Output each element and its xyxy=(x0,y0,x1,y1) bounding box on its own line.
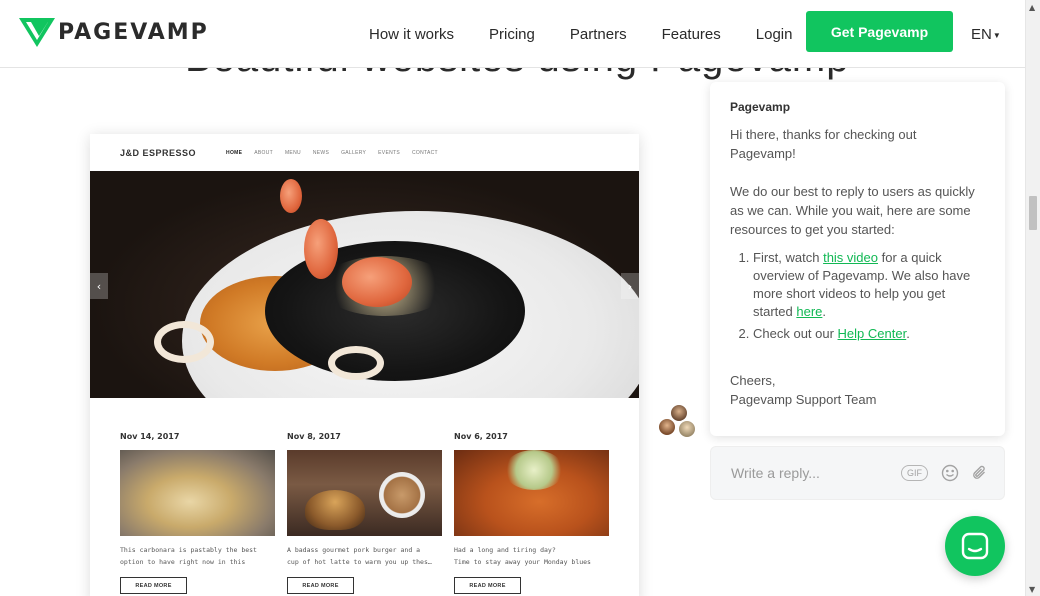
chat-text: First, watch xyxy=(753,250,824,265)
post-excerpt-line: This carbonara is pastably the best xyxy=(120,546,257,554)
preview-next-arrow-icon: › xyxy=(621,273,639,299)
post-excerpt: This carbonara is pastably the best opti… xyxy=(120,544,275,568)
pagevamp-logo-icon xyxy=(19,18,55,47)
post-excerpt-line: Had a long and tiring day? xyxy=(454,546,556,554)
avatar xyxy=(677,419,697,439)
logo[interactable]: PAGEVAMP xyxy=(18,16,209,48)
website-preview: J&D ESPRESSO HOME ABOUT MENU NEWS GALLER… xyxy=(90,134,639,596)
post-date: Nov 14, 2017 xyxy=(120,432,180,441)
language-label: EN xyxy=(971,26,992,43)
get-pagevamp-button[interactable]: Get Pagevamp xyxy=(806,11,953,52)
preview-post: Nov 6, 2017 Had a long and tiring day? T… xyxy=(454,432,609,594)
support-team-avatars xyxy=(657,403,701,443)
caret-down-icon: ▼ xyxy=(992,30,1001,40)
preview-nav-home: HOME xyxy=(226,149,243,156)
scroll-thumb[interactable] xyxy=(1029,196,1037,230)
nav-features[interactable]: Features xyxy=(662,26,721,43)
emoji-icon[interactable] xyxy=(940,463,960,483)
chat-launcher-icon xyxy=(961,532,989,560)
chat-intro: We do our best to reply to users as quic… xyxy=(730,184,975,237)
preview-nav: J&D ESPRESSO HOME ABOUT MENU NEWS GALLER… xyxy=(90,134,639,171)
chat-resource-item: Check out our Help Center. xyxy=(753,325,985,343)
chat-signoff: Cheers, xyxy=(730,373,776,388)
shrimp-shape xyxy=(304,219,338,279)
attachment-icon[interactable] xyxy=(970,463,990,483)
shrimp-shape xyxy=(342,257,412,307)
nav-how-it-works[interactable]: How it works xyxy=(369,26,454,43)
page-scrollbar[interactable]: ▲ ▼ xyxy=(1025,0,1040,596)
nav-partners[interactable]: Partners xyxy=(570,26,627,43)
chat-text: . xyxy=(906,326,910,341)
preview-nav-about: ABOUT xyxy=(254,149,273,156)
chat-launcher-button[interactable] xyxy=(945,516,1005,576)
help-center-link[interactable]: Help Center xyxy=(838,326,907,341)
chat-greeting: Hi there, thanks for checking out Pageva… xyxy=(730,127,917,161)
post-excerpt: Had a long and tiring day? Time to stay … xyxy=(454,544,609,568)
logo-text: PAGEVAMP xyxy=(58,19,209,45)
main-nav: How it works Pricing Partners Features L… xyxy=(369,26,827,43)
preview-hero-image: ‹ › xyxy=(90,171,639,398)
post-image xyxy=(287,450,442,536)
read-more-button: READ MORE xyxy=(120,577,187,594)
here-link[interactable]: here xyxy=(796,304,822,319)
scroll-up-icon[interactable]: ▲ xyxy=(1029,3,1035,12)
chat-team-name: Pagevamp Support Team xyxy=(730,392,877,407)
latte-cup-shape xyxy=(379,472,425,518)
post-date: Nov 6, 2017 xyxy=(454,432,508,441)
burger-shape xyxy=(305,490,365,530)
post-image xyxy=(454,450,609,536)
gif-button[interactable]: GIF xyxy=(901,465,928,481)
this-video-link[interactable]: this video xyxy=(823,250,878,265)
reply-actions: GIF xyxy=(901,463,990,483)
reply-input[interactable]: Write a reply... xyxy=(731,465,901,481)
nav-pricing[interactable]: Pricing xyxy=(489,26,535,43)
chat-resource-list: First, watch this video for a quick over… xyxy=(730,249,985,343)
nav-login[interactable]: Login xyxy=(756,26,793,43)
preview-nav-events: EVENTS xyxy=(378,149,400,156)
preview-nav-news: NEWS xyxy=(312,149,330,156)
language-selector[interactable]: EN▼ xyxy=(971,26,1001,43)
avatar xyxy=(657,417,677,437)
chat-sender: Pagevamp xyxy=(730,100,791,114)
sprouts-shape xyxy=(504,450,564,490)
chat-resource-item: First, watch this video for a quick over… xyxy=(753,249,985,321)
page: Beautiful websites using Pagevamp PAGEVA… xyxy=(0,0,1040,596)
preview-nav-contact: CONTACT xyxy=(411,149,438,156)
post-excerpt-line: option to have right now in this xyxy=(120,558,246,566)
squid-ring-shape xyxy=(328,346,384,380)
site-header: PAGEVAMP How it works Pricing Partners F… xyxy=(0,0,1025,68)
reply-composer[interactable]: Write a reply... GIF xyxy=(710,446,1005,500)
chat-text: . xyxy=(822,304,827,319)
post-excerpt: A badass gourmet pork burger and a cup o… xyxy=(287,544,442,568)
read-more-button: READ MORE xyxy=(287,577,354,594)
preview-brand: J&D ESPRESSO xyxy=(120,147,197,158)
preview-posts: Nov 14, 2017 This carbonara is pastably … xyxy=(120,432,621,594)
post-excerpt-line: A badass gourmet pork burger and a xyxy=(287,546,421,554)
post-excerpt-line: cup of hot latte to warm you up thes… xyxy=(287,558,432,566)
post-image xyxy=(120,450,275,536)
preview-nav-gallery: GALLERY xyxy=(341,149,367,156)
read-more-button: READ MORE xyxy=(454,577,521,594)
scroll-down-icon[interactable]: ▼ xyxy=(1029,585,1035,594)
post-excerpt-line: Time to stay away your Monday blues xyxy=(454,558,591,566)
preview-nav-menu: MENU xyxy=(284,149,301,156)
chat-message-card: Pagevamp Hi there, thanks for checking o… xyxy=(710,82,1005,436)
shrimp-shape xyxy=(280,179,302,213)
post-date: Nov 8, 2017 xyxy=(287,432,341,441)
preview-post: Nov 8, 2017 A badass gourmet pork burger… xyxy=(287,432,442,594)
chat-text: Check out our xyxy=(753,326,838,341)
preview-post: Nov 14, 2017 This carbonara is pastably … xyxy=(120,432,275,594)
squid-ring-shape xyxy=(154,321,214,363)
preview-prev-arrow-icon: ‹ xyxy=(90,273,108,299)
